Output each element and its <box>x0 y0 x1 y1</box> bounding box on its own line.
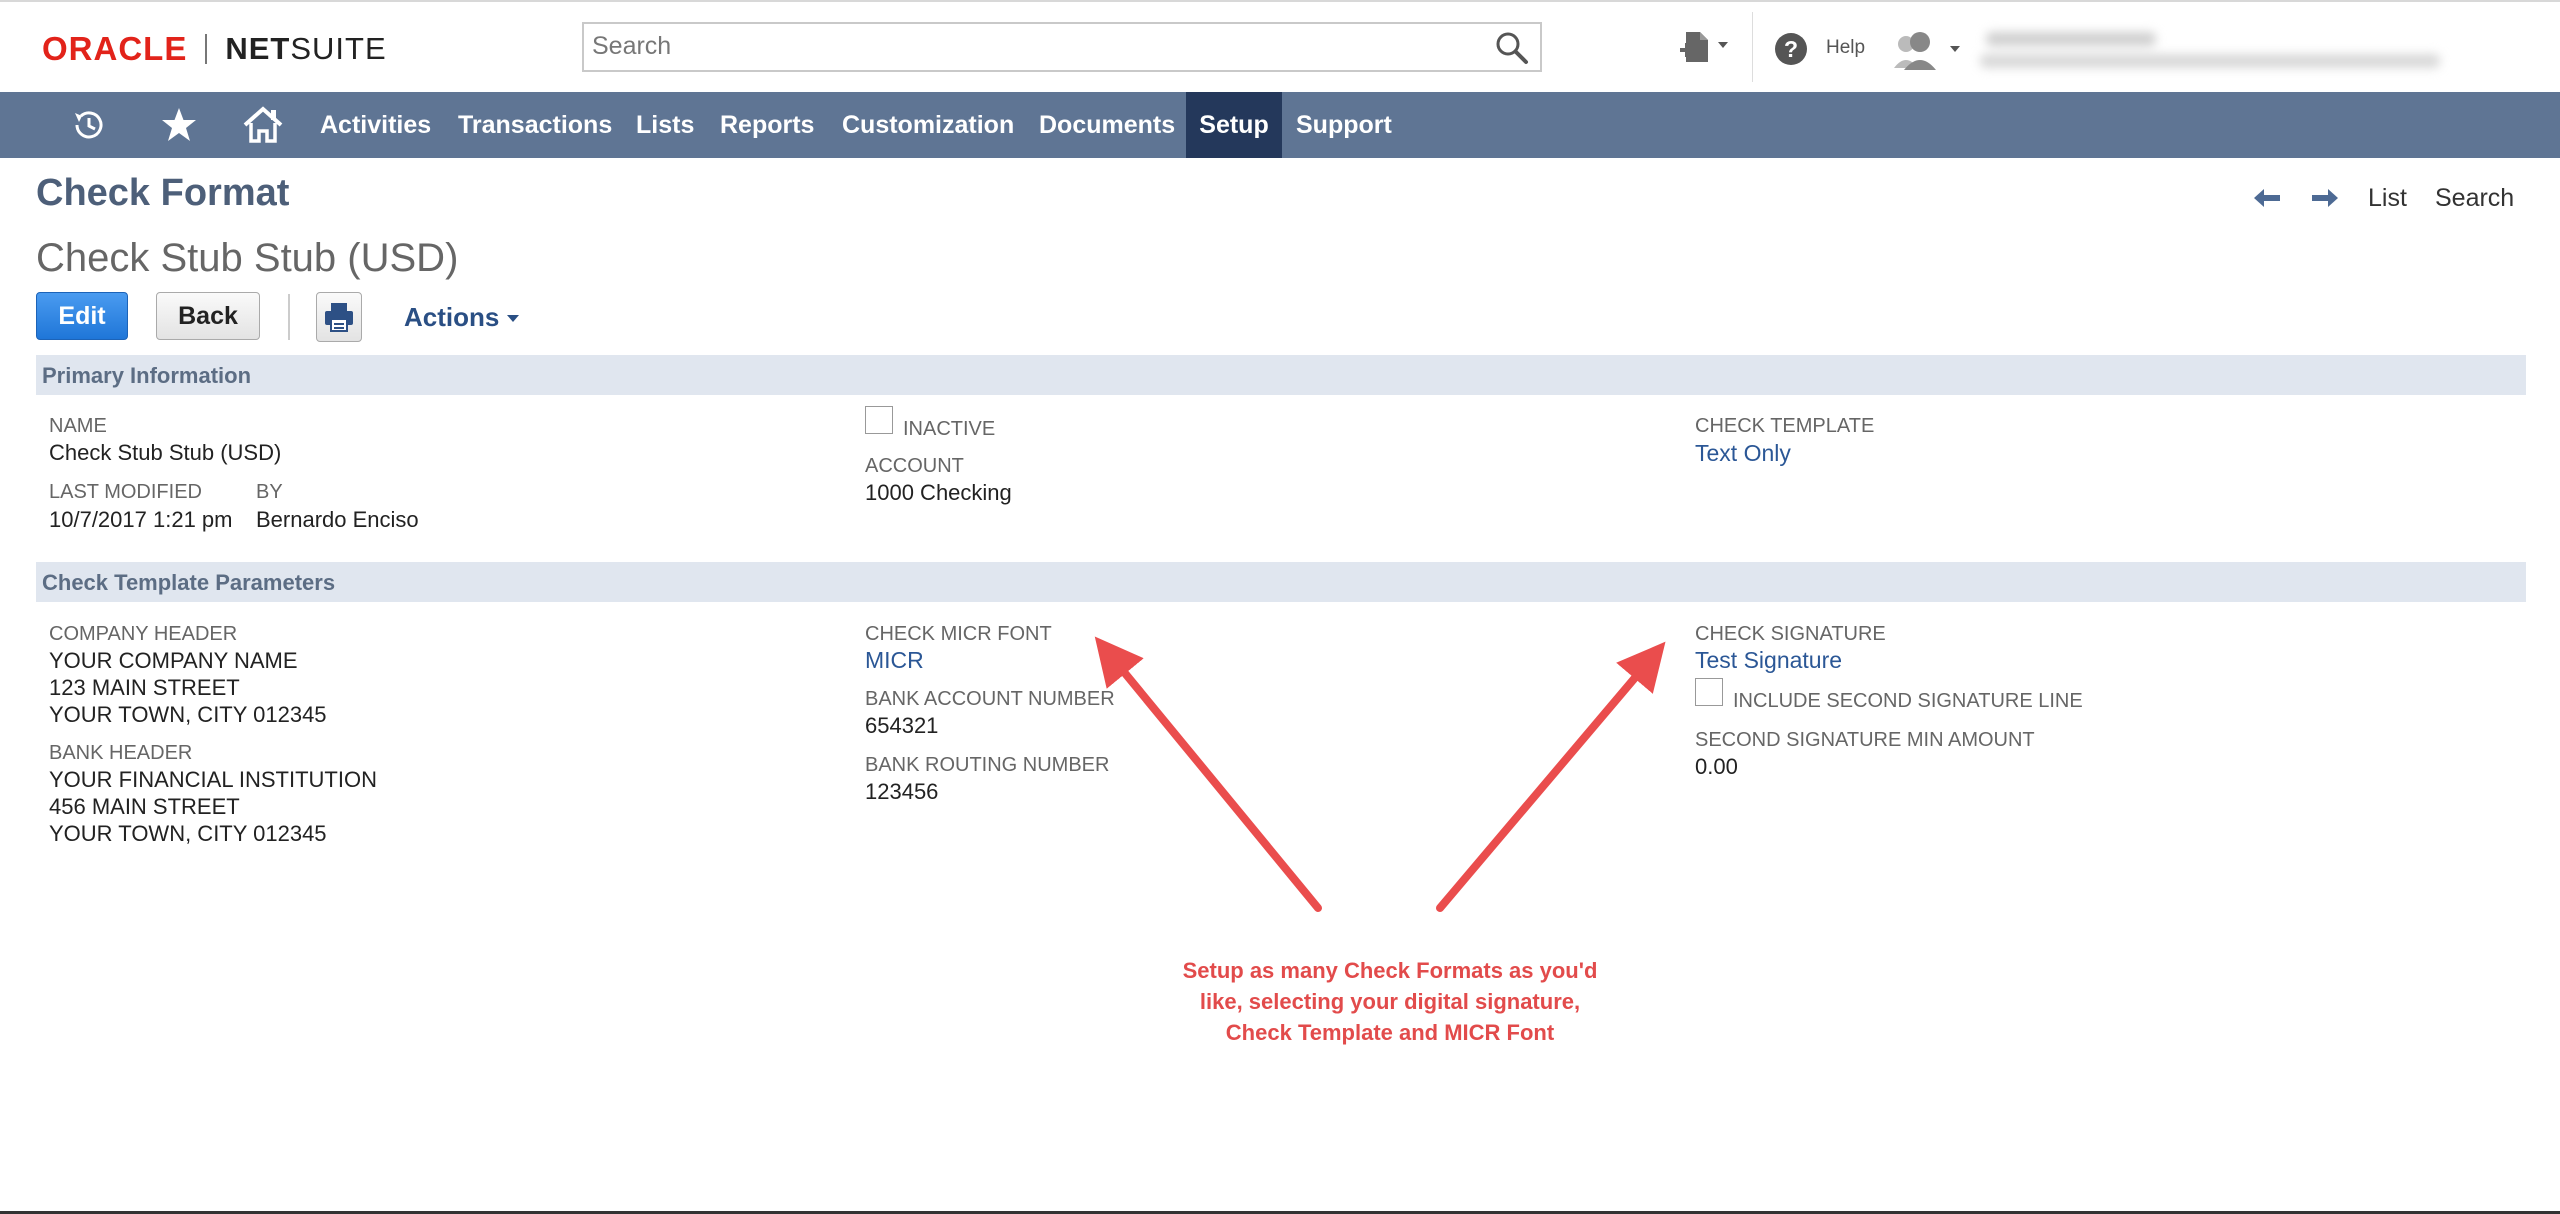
favorites-star-icon[interactable] <box>156 103 202 147</box>
company-header-line: YOUR COMPANY NAME <box>49 648 298 673</box>
arrow-to-signature <box>1436 641 1666 912</box>
second-signature-min-label: SECOND SIGNATURE MIN AMOUNT <box>1695 729 2035 751</box>
second-signature-checkbox[interactable] <box>1695 678 1723 706</box>
signature-link[interactable]: Test Signature <box>1695 647 1842 674</box>
micr-font-link[interactable]: MICR <box>865 647 924 674</box>
create-new-icon[interactable] <box>1680 30 1734 66</box>
back-button[interactable]: Back <box>156 292 260 340</box>
search-link[interactable]: Search <box>2435 180 2514 216</box>
company-header-line: YOUR TOWN, CITY 012345 <box>49 702 327 727</box>
actions-menu[interactable]: Actions <box>404 302 521 333</box>
user-avatar-icon[interactable] <box>1894 28 1964 70</box>
check-template-label: CHECK TEMPLATE <box>1695 415 1875 437</box>
bank-header-line: YOUR TOWN, CITY 012345 <box>49 821 327 846</box>
routing-label: BANK ROUTING NUMBER <box>865 754 1110 776</box>
nav-activities[interactable]: Activities <box>306 92 445 158</box>
name-value: Check Stub Stub (USD) <box>49 440 282 465</box>
list-link[interactable]: List <box>2368 180 2407 216</box>
last-modified-label: LAST MODIFIED <box>49 481 202 503</box>
chevron-down-icon <box>507 314 520 322</box>
bank-account-value: 654321 <box>865 713 939 738</box>
netsuite-logo[interactable]: ORACLE NETSUITE <box>42 30 387 67</box>
logo-netsuite: NETSUITE <box>225 31 387 66</box>
edit-button[interactable]: Edit <box>36 292 128 340</box>
bank-header-label: BANK HEADER <box>49 742 193 764</box>
last-modified-value: 10/7/2017 1:21 pm <box>49 507 233 532</box>
nav-transactions[interactable]: Transactions <box>444 92 626 158</box>
inactive-checkbox[interactable] <box>865 406 893 434</box>
check-template-link[interactable]: Text Only <box>1695 440 1791 467</box>
name-label: NAME <box>49 415 107 437</box>
search-input[interactable] <box>584 24 1472 68</box>
record-title: Check Stub Stub (USD) <box>36 236 459 280</box>
bank-header-line: 456 MAIN STREET <box>49 794 240 819</box>
search-icon[interactable] <box>1494 30 1530 66</box>
previous-record-icon[interactable] <box>2252 180 2282 216</box>
header-divider <box>1752 12 1753 82</box>
arrow-to-micr-font <box>1094 636 1322 912</box>
toolbar-divider <box>288 294 290 340</box>
recent-records-icon[interactable] <box>66 103 112 147</box>
section-primary-information[interactable]: Primary Information <box>36 355 2526 395</box>
routing-value: 123456 <box>865 779 939 804</box>
company-header-line: 123 MAIN STREET <box>49 675 240 700</box>
account-value: 1000 Checking <box>865 480 1012 505</box>
micr-font-label: CHECK MICR FONT <box>865 623 1052 645</box>
bank-header-line: YOUR FINANCIAL INSTITUTION <box>49 767 377 792</box>
inactive-label: INACTIVE <box>903 418 996 440</box>
company-header-label: COMPANY HEADER <box>49 623 238 645</box>
page-title: Check Format <box>36 172 290 214</box>
print-button[interactable] <box>316 292 362 342</box>
by-value: Bernardo Enciso <box>256 507 419 532</box>
nav-reports[interactable]: Reports <box>706 92 828 158</box>
logo-separator <box>205 34 208 64</box>
section-title: Check Template Parameters <box>42 570 336 595</box>
global-search[interactable] <box>582 22 1542 72</box>
logo-oracle: ORACLE <box>42 30 188 67</box>
annotation-text: Setup as many Check Formats as you'd lik… <box>1182 958 1598 1045</box>
top-header: ORACLE NETSUITE ? Help <box>0 0 2560 94</box>
user-account-info[interactable] <box>1980 28 2440 74</box>
svg-text:?: ? <box>1784 36 1798 62</box>
nav-customization[interactable]: Customization <box>828 92 1028 158</box>
account-label: ACCOUNT <box>865 455 964 477</box>
second-signature-min-value: 0.00 <box>1695 754 1738 779</box>
second-signature-label: INCLUDE SECOND SIGNATURE LINE <box>1733 690 2083 712</box>
actions-label: Actions <box>404 302 500 332</box>
printer-icon <box>325 303 353 332</box>
bank-account-label: BANK ACCOUNT NUMBER <box>865 688 1115 710</box>
next-record-icon[interactable] <box>2310 180 2340 216</box>
help-link[interactable]: Help <box>1826 37 1865 59</box>
home-icon[interactable] <box>240 103 286 147</box>
help-icon[interactable]: ? <box>1774 32 1808 66</box>
section-title: Primary Information <box>42 363 252 388</box>
nav-documents[interactable]: Documents <box>1025 92 1189 158</box>
by-label: BY <box>256 481 283 503</box>
nav-lists[interactable]: Lists <box>622 92 708 158</box>
signature-label: CHECK SIGNATURE <box>1695 623 1886 645</box>
nav-support[interactable]: Support <box>1282 92 1406 158</box>
main-navigation: Activities Transactions Lists Reports Cu… <box>0 92 2560 158</box>
section-check-template-parameters[interactable]: Check Template Parameters <box>36 562 2526 602</box>
nav-setup[interactable]: Setup <box>1186 92 1282 158</box>
